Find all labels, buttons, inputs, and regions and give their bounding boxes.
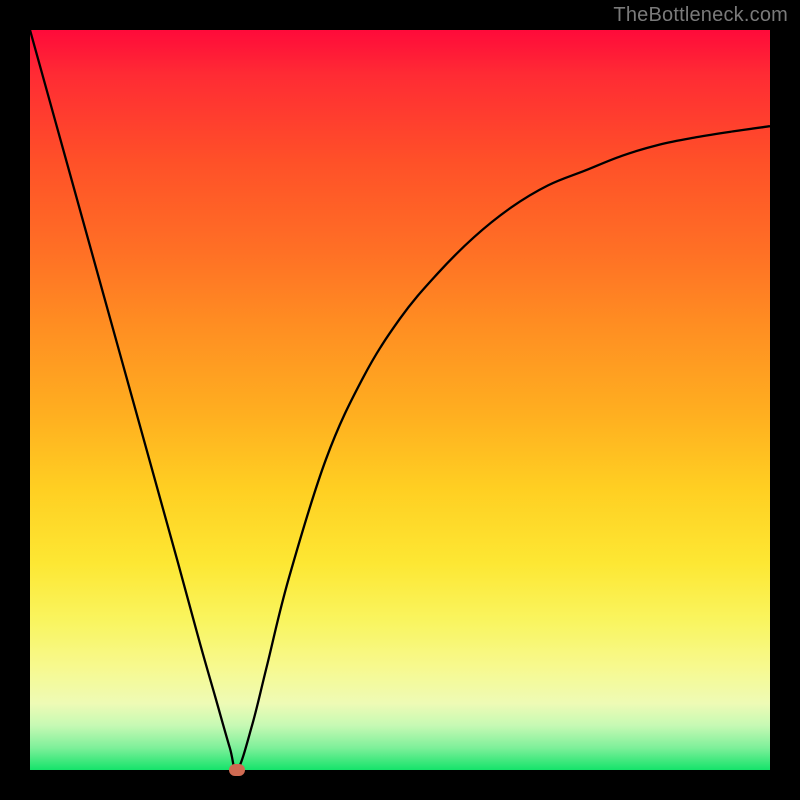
minimum-marker-dot — [229, 764, 245, 776]
bottleneck-curve — [30, 30, 770, 770]
watermark-label: TheBottleneck.com — [613, 4, 788, 27]
chart-container: TheBottleneck.com — [0, 0, 800, 800]
